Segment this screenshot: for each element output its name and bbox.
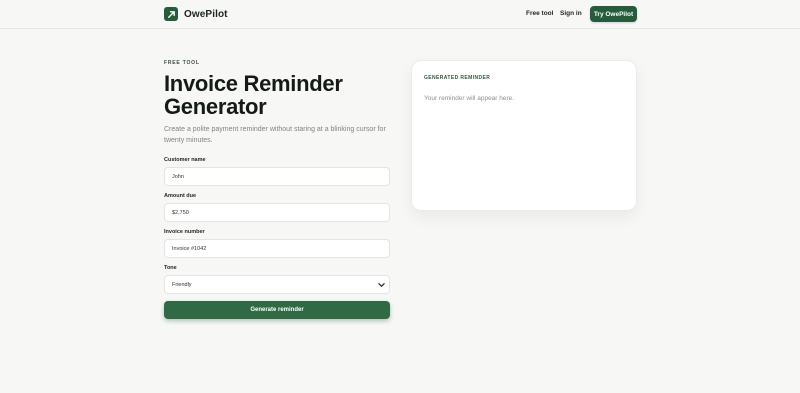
generate-reminder-button[interactable]: Generate reminder bbox=[164, 301, 390, 319]
nav-free-tool-link[interactable]: Free tool bbox=[526, 10, 553, 17]
brand-name: OwePilot bbox=[184, 8, 228, 20]
amount-due-label: Amount due bbox=[164, 193, 197, 199]
amount-due-input[interactable]: $2,750 bbox=[164, 203, 390, 222]
try-owepilot-button[interactable]: Try OwePilot bbox=[590, 6, 637, 22]
page-title: Invoice Reminder Generator bbox=[164, 72, 343, 118]
customer-name-value: John bbox=[172, 173, 184, 180]
tone-label: Tone bbox=[164, 265, 177, 271]
tone-selected-value: Friendly bbox=[172, 281, 192, 288]
brand-logo[interactable]: OwePilot bbox=[164, 7, 228, 21]
customer-name-label: Customer name bbox=[164, 157, 206, 163]
page-title-line-2: Generator bbox=[164, 94, 267, 119]
top-header: OwePilot Free tool Sign in Try OwePilot bbox=[0, 0, 800, 29]
arrow-up-right-icon bbox=[164, 7, 178, 21]
invoice-number-input[interactable]: Invoice #1042 bbox=[164, 239, 390, 258]
eyebrow-label: FREE TOOL bbox=[164, 60, 200, 66]
generated-reminder-title: GENERATED REMINDER bbox=[424, 75, 491, 81]
invoice-number-value: Invoice #1042 bbox=[172, 245, 207, 252]
invoice-number-label: Invoice number bbox=[164, 229, 205, 235]
generated-reminder-panel: GENERATED REMINDER Your reminder will ap… bbox=[411, 60, 637, 211]
tone-select[interactable]: Friendly bbox=[164, 275, 390, 294]
reminder-placeholder-text: Your reminder will appear here. bbox=[424, 95, 515, 102]
page-title-line-1: Invoice Reminder bbox=[164, 71, 343, 96]
nav-sign-in-link[interactable]: Sign in bbox=[560, 10, 582, 17]
customer-name-input[interactable]: John bbox=[164, 167, 390, 186]
amount-due-value: $2,750 bbox=[172, 209, 189, 216]
page-subtitle: Create a polite payment reminder without… bbox=[164, 126, 386, 144]
chevron-down-icon bbox=[378, 282, 385, 290]
